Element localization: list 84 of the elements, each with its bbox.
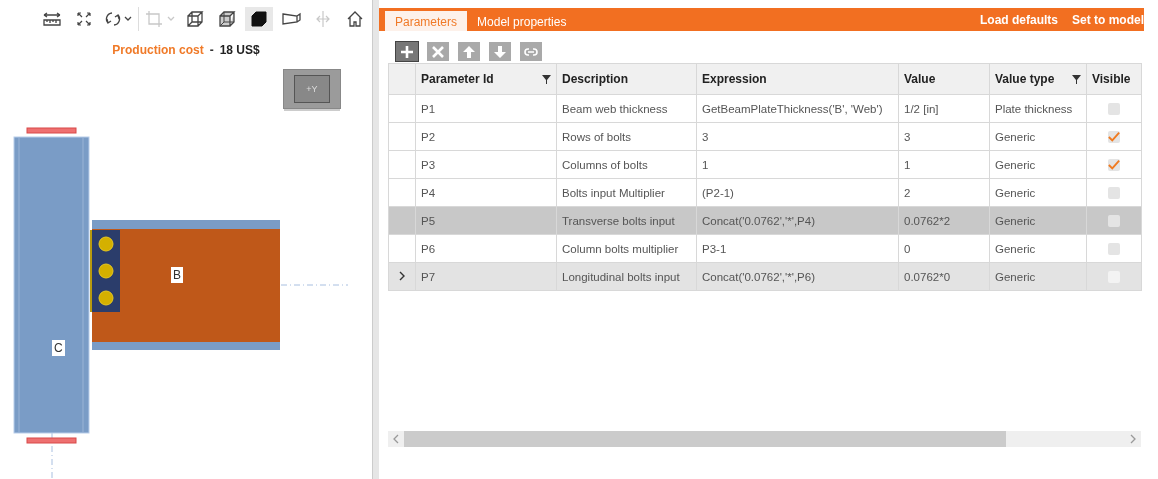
- scroll-right-icon[interactable]: [1129, 434, 1137, 444]
- table-cell: P2: [415, 122, 557, 151]
- table-cell: Columns of bolts: [556, 150, 697, 179]
- transparent-cube-icon: [218, 9, 236, 28]
- axis-line: [51, 432, 53, 479]
- column-header[interactable]: Parameter Id: [415, 63, 557, 95]
- filter-icon[interactable]: [542, 74, 551, 84]
- visible-checkbox[interactable]: [1108, 131, 1120, 143]
- column-header[interactable]: Visible: [1086, 63, 1142, 95]
- grid-tool-button[interactable]: [458, 42, 480, 61]
- table-cell: Beam web thickness: [556, 94, 697, 123]
- visible-checkbox[interactable]: [1108, 103, 1120, 115]
- table-cell: Longitudinal bolts input: [556, 262, 697, 291]
- column-header[interactable]: Value type: [989, 63, 1087, 95]
- ruler-icon: [43, 10, 61, 27]
- grid-tool-button[interactable]: [427, 42, 449, 61]
- cross-icon: [431, 44, 445, 59]
- plus-icon: [400, 44, 414, 59]
- table-cell: Generic: [989, 234, 1087, 263]
- table-cell: P5: [415, 206, 557, 235]
- table-cell: Generic: [989, 122, 1087, 151]
- rotate-icon: [104, 9, 132, 28]
- table-cell: (P2-1): [696, 178, 899, 207]
- visible-checkbox[interactable]: [1108, 243, 1120, 255]
- table-cell: P3-1: [696, 234, 899, 263]
- table-cell: Generic: [989, 262, 1087, 291]
- table-cell: P4: [415, 178, 557, 207]
- visible-checkbox[interactable]: [1108, 215, 1120, 227]
- column-header[interactable]: Value: [898, 63, 990, 95]
- toolbar-button[interactable]: [245, 6, 273, 31]
- table-cell: 1/2 [in]: [898, 94, 990, 123]
- table-cell: 0.0762*2: [898, 206, 990, 235]
- table-cell: 3: [696, 122, 899, 151]
- member-label: C: [52, 340, 65, 356]
- view-cube-label: +Y: [294, 75, 330, 103]
- table-cell: Bolts input Multiplier: [556, 178, 697, 207]
- table-cell: Concat('0.0762','*',P6): [696, 262, 899, 291]
- filter-icon[interactable]: [1072, 74, 1081, 84]
- table-cell: Generic: [989, 206, 1087, 235]
- home-icon: [346, 9, 364, 28]
- cost-value: 18 US$: [219, 43, 260, 57]
- cost-label: Production cost: [112, 43, 204, 57]
- axis-line: [280, 284, 349, 286]
- wireframe-cube-icon: [186, 9, 204, 28]
- expand-icon: [76, 10, 92, 27]
- column-end-mark: [26, 437, 77, 444]
- up-arrow-icon: [462, 44, 476, 59]
- grid-tool-button[interactable]: [396, 42, 418, 61]
- table-cell: Transverse bolts input: [556, 206, 697, 235]
- horizontal-scrollbar[interactable]: [388, 431, 1141, 447]
- table-cell: 0.0762*0: [898, 262, 990, 291]
- table-cell: Rows of bolts: [556, 122, 697, 151]
- table-cell: Plate thickness: [989, 94, 1087, 123]
- grid-tool-button[interactable]: [489, 42, 511, 61]
- down-arrow-icon: [493, 44, 507, 59]
- table-cell: 1: [898, 150, 990, 179]
- column-header[interactable]: Description: [556, 63, 697, 95]
- table-cell: 0: [898, 234, 990, 263]
- scrollbar-thumb[interactable]: [404, 431, 1006, 447]
- table-cell: Generic: [989, 178, 1087, 207]
- table-cell: Generic: [989, 150, 1087, 179]
- table-cell: GetBeamPlateThickness('B', 'Web'): [696, 94, 899, 123]
- beam-section-icon: [281, 10, 301, 27]
- member-label: B: [171, 267, 183, 283]
- solid-cube-icon: [250, 9, 268, 28]
- table-cell: P7: [415, 262, 557, 291]
- table-cell: P6: [415, 234, 557, 263]
- visible-checkbox[interactable]: [1108, 159, 1120, 171]
- grid-tool-button[interactable]: [520, 42, 542, 61]
- table-cell: P1: [415, 94, 557, 123]
- table-cell: 1: [696, 150, 899, 179]
- column-header[interactable]: Expression: [696, 63, 899, 95]
- table-cell: 2: [898, 178, 990, 207]
- table-cell: P3: [415, 150, 557, 179]
- table-cell: 3: [898, 122, 990, 151]
- current-row-icon: [398, 270, 406, 281]
- table-cell: Column bolts multiplier: [556, 234, 697, 263]
- scroll-left-icon[interactable]: [392, 434, 400, 444]
- axis-icon: [315, 9, 331, 28]
- cost-separator: -: [209, 43, 214, 57]
- visible-checkbox[interactable]: [1108, 187, 1120, 199]
- table-cell: Concat('0.0762','*',P4): [696, 206, 899, 235]
- column-end-mark: [26, 127, 77, 134]
- crop-icon: [145, 9, 175, 28]
